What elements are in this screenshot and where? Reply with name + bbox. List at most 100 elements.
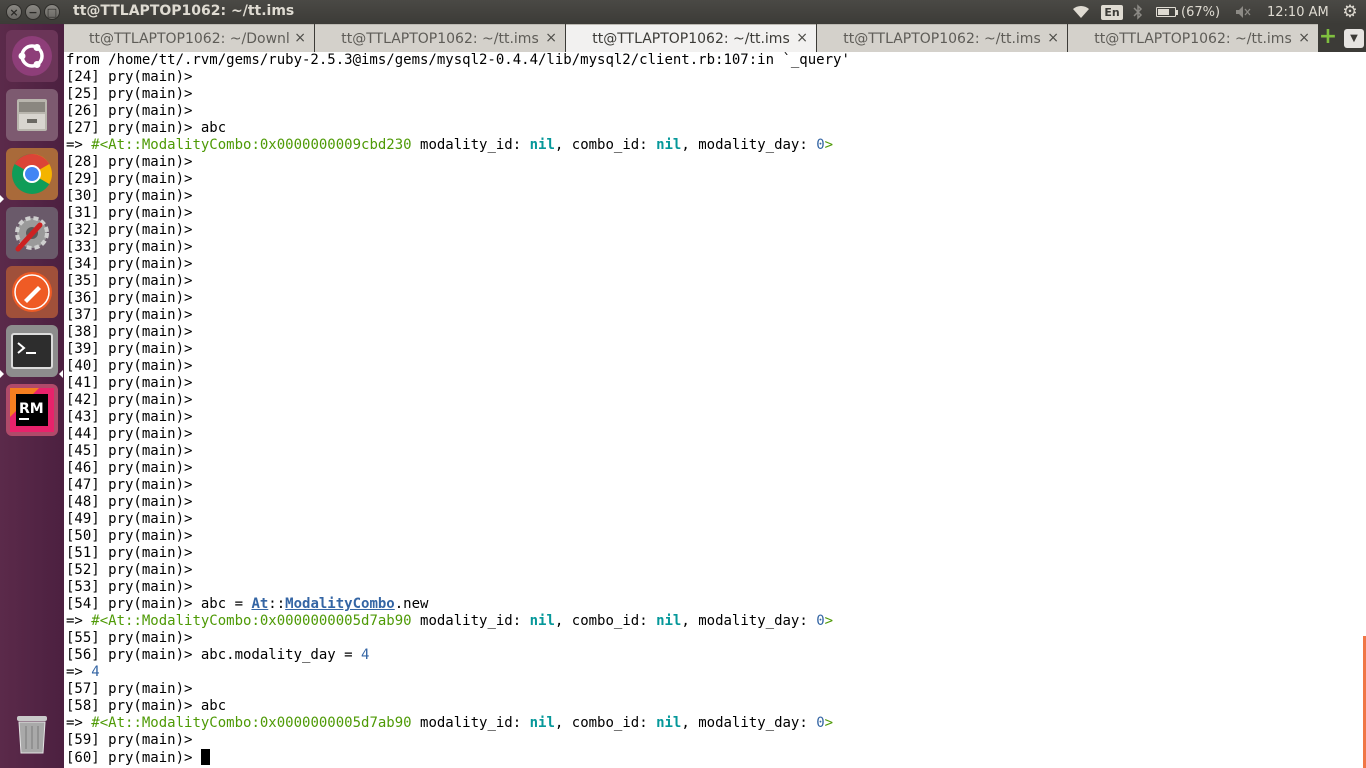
terminal-text-segment: #<At::ModalityCombo:0x0000000009cbd230: [91, 137, 412, 153]
terminal-line: [39] pry(main)>: [66, 341, 850, 358]
tab-terminal-3-active[interactable]: tt@TTLAPTOP1062: ~/tt.ims ×: [566, 24, 816, 52]
terminal-text-segment: =>: [66, 137, 92, 153]
terminal-text-segment: modality_id:: [411, 613, 530, 629]
terminal-text-segment: nil: [529, 137, 555, 153]
terminal-text-segment: 4: [91, 664, 100, 680]
files-icon[interactable]: [6, 89, 58, 141]
gear-icon[interactable]: ⚙: [1340, 0, 1360, 24]
terminal-line: [35] pry(main)>: [66, 273, 850, 290]
terminal-text-segment: , modality_day:: [681, 715, 817, 731]
terminal-line: [30] pry(main)>: [66, 188, 850, 205]
tab-menu-button[interactable]: ▼: [1344, 29, 1364, 48]
bluetooth-icon[interactable]: [1130, 0, 1146, 24]
terminal-line: [28] pry(main)>: [66, 154, 850, 171]
close-icon[interactable]: ×: [796, 30, 808, 46]
terminal-text-segment: [35] pry(main)>: [66, 273, 193, 289]
terminal-text-segment: 0: [816, 137, 825, 153]
terminal-cursor: [200, 749, 210, 765]
terminal-line: [44] pry(main)>: [66, 426, 850, 443]
terminal-text-segment: [59] pry(main)>: [66, 732, 193, 748]
terminal-text-segment: modality_id:: [411, 137, 530, 153]
close-icon[interactable]: ×: [545, 30, 557, 46]
window-close-button[interactable]: ×: [6, 4, 22, 20]
terminal-text-segment: [45] pry(main)>: [66, 443, 193, 459]
terminal-text-segment: [53] pry(main)>: [66, 579, 193, 595]
terminal-text-segment: [37] pry(main)>: [66, 307, 193, 323]
postman-icon[interactable]: [6, 266, 58, 318]
terminal-text-segment: [52] pry(main)>: [66, 562, 193, 578]
terminal-text-segment: At: [251, 596, 269, 612]
terminal-text-segment: >: [824, 613, 834, 629]
terminal-line: [29] pry(main)>: [66, 171, 850, 188]
terminal-text-segment: [27] pry(main)> abc: [66, 120, 227, 136]
terminal-text-segment: #<At::ModalityCombo:0x0000000005d7ab90: [91, 613, 412, 629]
tab-terminal-1[interactable]: tt@TTLAPTOP1062: ~/Downl… ×: [64, 24, 314, 52]
system-settings-icon[interactable]: [6, 207, 58, 259]
terminal-text-segment: [43] pry(main)>: [66, 409, 193, 425]
terminal-text-segment: =>: [66, 715, 92, 731]
clock[interactable]: 12:10 AM: [1267, 0, 1329, 24]
terminal-text-segment: [32] pry(main)>: [66, 222, 193, 238]
window-minimize-button[interactable]: −: [25, 4, 41, 20]
terminal-text-segment: [28] pry(main)>: [66, 154, 193, 170]
battery-indicator[interactable]: (67%): [1156, 0, 1220, 24]
tab-terminal-2[interactable]: tt@TTLAPTOP1062: ~/tt.ims ×: [315, 24, 565, 52]
terminal-text-segment: [49] pry(main)>: [66, 511, 193, 527]
close-icon[interactable]: ×: [1298, 30, 1310, 46]
terminal-line: [49] pry(main)>: [66, 511, 850, 528]
trash-icon[interactable]: [6, 708, 58, 760]
terminal-text-segment: =>: [66, 613, 92, 629]
ubuntu-dash-icon[interactable]: [6, 30, 58, 82]
rubymine-label: RM: [19, 401, 44, 417]
close-icon[interactable]: ×: [1047, 30, 1059, 46]
terminal-line: [36] pry(main)>: [66, 290, 850, 307]
keyboard-language-indicator[interactable]: En: [1101, 0, 1123, 24]
terminal-line: [24] pry(main)>: [66, 69, 850, 86]
terminal-line: [53] pry(main)>: [66, 579, 850, 596]
terminal-line: [56] pry(main)> abc.modality_day = 4: [66, 647, 850, 664]
terminal-line: [32] pry(main)>: [66, 222, 850, 239]
terminal-line: [52] pry(main)>: [66, 562, 850, 579]
terminal-text-segment: [50] pry(main)>: [66, 528, 193, 544]
terminal-text-segment: [42] pry(main)>: [66, 392, 193, 408]
terminal-icon[interactable]: [6, 325, 58, 377]
tab-terminal-4[interactable]: tt@TTLAPTOP1062: ~/tt.ims ×: [817, 24, 1067, 52]
terminal-line: [25] pry(main)>: [66, 86, 850, 103]
battery-icon: [1156, 7, 1176, 17]
add-tab-button[interactable]: +: [1318, 26, 1338, 48]
rubymine-icon[interactable]: RM: [6, 384, 58, 436]
terminal-text-segment: [55] pry(main)>: [66, 630, 193, 646]
volume-muted-icon[interactable]: [1234, 0, 1252, 24]
terminal-text-segment: [47] pry(main)>: [66, 477, 193, 493]
close-icon[interactable]: ×: [294, 30, 306, 46]
terminal-line: [46] pry(main)>: [66, 460, 850, 477]
terminal-text-segment: nil: [529, 613, 555, 629]
terminal-text-segment: 4: [361, 647, 370, 663]
tab-bar: tt@TTLAPTOP1062: ~/Downl… × tt@TTLAPTOP1…: [64, 24, 1366, 52]
terminal-text-segment: [30] pry(main)>: [66, 188, 193, 204]
terminal-text-segment: [25] pry(main)>: [66, 86, 193, 102]
terminal-line: => 4: [66, 664, 850, 681]
terminal-text-segment: .new: [394, 596, 429, 612]
window-maximize-button[interactable]: □: [44, 4, 60, 20]
wifi-icon[interactable]: [1070, 0, 1092, 24]
terminal-text-segment: =>: [66, 664, 92, 680]
terminal-line: [40] pry(main)>: [66, 358, 850, 375]
terminal-line: => #<At::ModalityCombo:0x0000000005d7ab9…: [66, 613, 850, 630]
terminal-text-segment: , combo_id:: [554, 137, 657, 153]
terminal-text-segment: [60] pry(main)>: [66, 750, 201, 766]
tab-terminal-5[interactable]: tt@TTLAPTOP1062: ~/tt.ims ×: [1068, 24, 1318, 52]
chrome-icon[interactable]: [6, 148, 58, 200]
terminal-line: [57] pry(main)>: [66, 681, 850, 698]
battery-percent: (67%): [1181, 4, 1221, 20]
terminal-view[interactable]: from /home/tt/.rvm/gems/ruby-2.5.3@ims/g…: [64, 52, 1362, 768]
terminal-line: [55] pry(main)>: [66, 630, 850, 647]
terminal-line: [33] pry(main)>: [66, 239, 850, 256]
terminal-text-segment: nil: [656, 715, 682, 731]
terminal-line: [54] pry(main)> abc = At::ModalityCombo.…: [66, 596, 850, 613]
terminal-text-segment: [29] pry(main)>: [66, 171, 193, 187]
terminal-line: [48] pry(main)>: [66, 494, 850, 511]
terminal-text-segment: [51] pry(main)>: [66, 545, 193, 561]
terminal-text-segment: , combo_id:: [554, 715, 657, 731]
terminal-text-segment: [46] pry(main)>: [66, 460, 193, 476]
